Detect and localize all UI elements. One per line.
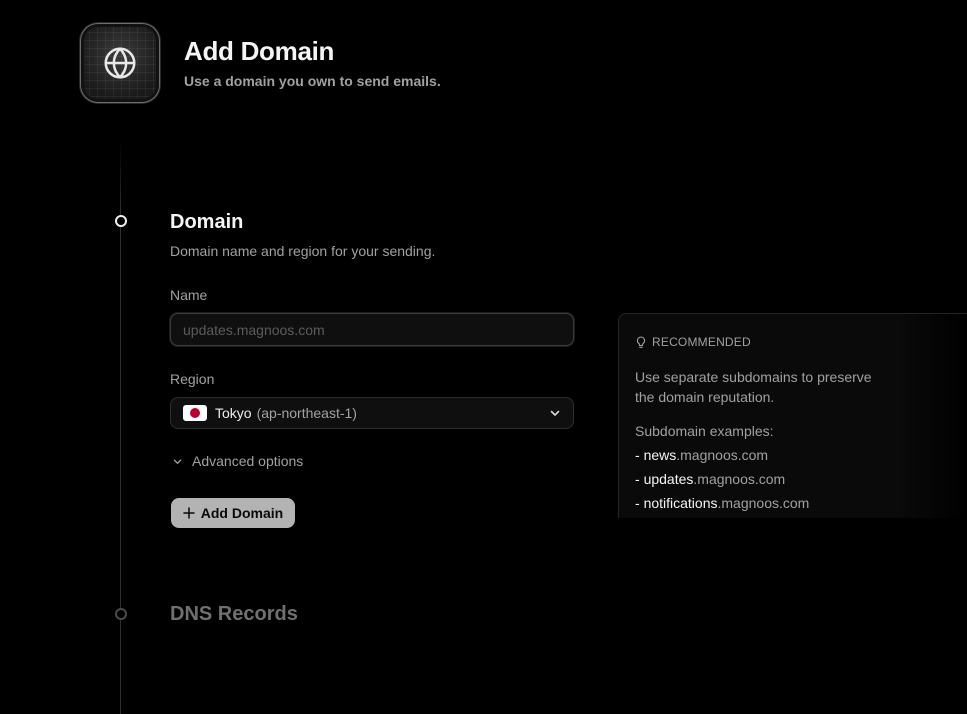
recommended-card: RECOMMENDED Use separate subdomains to p…: [618, 313, 967, 518]
lightbulb-icon: [636, 335, 646, 348]
advanced-options-toggle[interactable]: Advanced options: [172, 453, 303, 469]
recommended-text: Use separate subdomains to preserve the …: [635, 369, 872, 405]
list-item: - updates.magnoos.com: [635, 471, 786, 487]
step-indicator-dns: [115, 608, 127, 620]
chevron-down-icon: [173, 458, 182, 464]
region-code: (ap-northeast-1): [256, 405, 357, 421]
section-title-dns: DNS Records: [170, 603, 298, 625]
globe-icon: [104, 47, 136, 79]
step-indicator-domain: [115, 215, 127, 227]
region-label: Region: [170, 371, 215, 387]
page-subtitle: Use a domain you own to send emails.: [184, 73, 441, 89]
name-label: Name: [170, 287, 208, 303]
list-item: - news.magnoos.com: [635, 447, 769, 463]
region-select[interactable]: Tokyo (ap-northeast-1): [170, 397, 574, 429]
japan-flag-icon: [183, 405, 207, 421]
add-domain-button[interactable]: Add Domain: [171, 498, 295, 528]
examples-label: Subdomain examples:: [635, 423, 774, 439]
chevron-down-icon: [550, 410, 560, 416]
plus-icon: [183, 507, 195, 519]
section-title-domain: Domain: [170, 211, 244, 233]
advanced-options-label: Advanced options: [192, 453, 304, 469]
region-name: Tokyo: [215, 405, 252, 421]
add-domain-button-label: Add Domain: [200, 505, 284, 521]
list-item: - notifications.magnoos.com: [635, 495, 810, 511]
domain-logo-tile: [80, 23, 160, 103]
recommended-heading: RECOMMENDED: [636, 335, 751, 349]
domain-name-input[interactable]: [170, 313, 574, 346]
page-title: Add Domain: [184, 36, 335, 66]
section-subtitle-domain: Domain name and region for your sending.: [170, 243, 436, 259]
